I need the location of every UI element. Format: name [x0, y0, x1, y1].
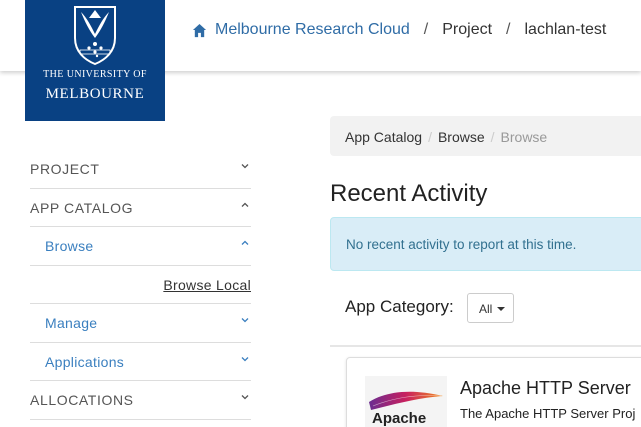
category-select[interactable]: All — [467, 293, 514, 323]
app-logo: Apache — [365, 376, 447, 427]
breadcrumb-current-project[interactable]: lachlan-test — [524, 21, 606, 39]
logo-line-1: THE UNIVERSITY OF — [43, 69, 147, 80]
logo-line-2: MELBOURNE — [45, 86, 145, 102]
university-logo[interactable]: THE UNIVERSITY OF MELBOURNE — [25, 0, 165, 121]
page-title: Recent Activity — [330, 180, 488, 207]
app-logo-word: Apache — [372, 410, 427, 427]
sidebar-item-allocations[interactable]: ALLOCATIONS — [30, 381, 251, 420]
breadcrumb-project[interactable]: Project — [442, 21, 492, 39]
sidebar-item-applications[interactable]: Applications — [30, 343, 251, 381]
chevron-down-icon — [241, 395, 249, 400]
sidebar-item-app-catalog[interactable]: APP CATALOG — [30, 189, 251, 227]
sidebar-item-label: Browse Local — [163, 276, 251, 293]
sidebar-item-label: PROJECT — [30, 161, 100, 177]
breadcrumb-separator: / — [423, 21, 429, 38]
sidebar-item-label: APP CATALOG — [30, 199, 134, 216]
sidebar-nav: PROJECT APP CATALOG Browse Browse Local … — [30, 150, 251, 420]
info-alert: No recent activity to report at this tim… — [330, 217, 641, 271]
chevron-down-icon — [241, 164, 249, 169]
breadcrumb-app-catalog[interactable]: App Catalog — [345, 129, 422, 145]
sidebar-item-label: Manage — [45, 315, 98, 331]
breadcrumb-home-link[interactable]: Melbourne Research Cloud — [192, 21, 410, 39]
sidebar-item-label: Browse — [45, 238, 94, 254]
sidebar-item-project[interactable]: PROJECT — [30, 150, 251, 189]
home-icon — [192, 23, 207, 37]
app-name[interactable]: Apache HTTP Server — [460, 378, 631, 399]
sidebar-item-manage[interactable]: Manage — [30, 304, 251, 343]
breadcrumb-separator: / — [428, 129, 432, 145]
chevron-down-icon — [241, 356, 249, 361]
main-breadcrumb: App Catalog / Browse / Browse — [330, 116, 641, 156]
sidebar-item-label: Applications — [45, 353, 125, 370]
category-select-value: All — [479, 302, 493, 316]
sidebar-item-label: ALLOCATIONS — [30, 392, 134, 408]
breadcrumb-current: Browse — [500, 129, 548, 145]
category-label: App Category: — [345, 297, 454, 316]
caret-down-icon — [497, 307, 505, 311]
chevron-down-icon — [241, 318, 249, 323]
breadcrumb-browse[interactable]: Browse — [438, 129, 485, 145]
header-breadcrumb: Melbourne Research Cloud / Project / lac… — [192, 20, 606, 40]
chevron-up-icon — [241, 202, 249, 207]
sidebar-item-browse[interactable]: Browse — [30, 227, 251, 266]
app-description: The Apache HTTP Server Proj — [460, 406, 636, 421]
chevron-up-icon — [241, 240, 249, 245]
app-card[interactable]: Apache Apache HTTP Server The Apache HTT… — [346, 357, 641, 427]
breadcrumb-home-label: Melbourne Research Cloud — [215, 21, 410, 38]
section-divider — [330, 345, 641, 347]
crest-icon — [74, 6, 116, 66]
breadcrumb-separator: / — [490, 129, 495, 145]
breadcrumb-separator: / — [506, 21, 511, 38]
sidebar-item-browse-local[interactable]: Browse Local — [30, 266, 251, 304]
